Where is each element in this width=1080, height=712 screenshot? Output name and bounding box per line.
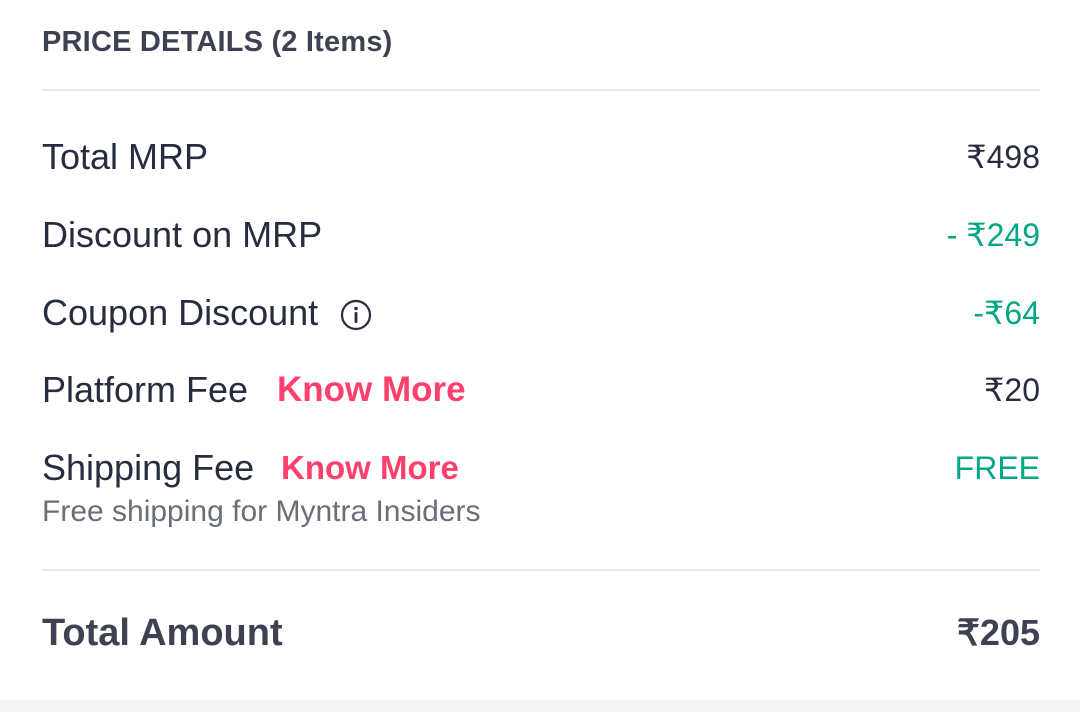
platform-fee-label: Platform Fee <box>42 369 249 410</box>
coupon-discount-value: -₹64 <box>973 295 1040 331</box>
coupon-discount-label: Coupon Discount <box>42 292 319 333</box>
total-amount-value: ₹205 <box>957 612 1040 653</box>
shipping-fee-value: FREE <box>954 450 1040 486</box>
shipping-fee-label: Shipping Fee <box>42 447 255 488</box>
shipping-subtext: Free shipping for Myntra Insiders <box>42 495 481 528</box>
header-divider <box>42 89 1040 91</box>
discount-on-mrp-value: - ₹249 <box>946 217 1040 253</box>
total-mrp-value: ₹498 <box>966 139 1040 175</box>
coupon-discount-row: Coupon Discount -₹64 <box>42 290 1040 336</box>
price-details-card: PRICE DETAILS (2 Items) Total MRP ₹498 D… <box>0 0 1080 700</box>
shipping-fee-row: Shipping Fee Know More FREE <box>42 445 1040 491</box>
total-divider <box>42 569 1040 571</box>
shipping-fee-know-more-link[interactable]: Know More <box>281 445 459 491</box>
platform-fee-row: Platform Fee Know More ₹20 <box>42 367 1040 413</box>
discount-on-mrp-label: Discount on MRP <box>42 214 323 255</box>
info-icon[interactable] <box>340 299 372 331</box>
platform-fee-know-more-link[interactable]: Know More <box>277 367 466 413</box>
discount-on-mrp-row: Discount on MRP - ₹249 <box>42 212 1040 258</box>
total-mrp-row: Total MRP ₹498 <box>42 134 1040 180</box>
total-amount-label: Total Amount <box>42 612 283 654</box>
platform-fee-value: ₹20 <box>984 372 1040 408</box>
price-details-header: PRICE DETAILS (2 Items) <box>42 26 393 58</box>
total-mrp-label: Total MRP <box>42 136 209 177</box>
